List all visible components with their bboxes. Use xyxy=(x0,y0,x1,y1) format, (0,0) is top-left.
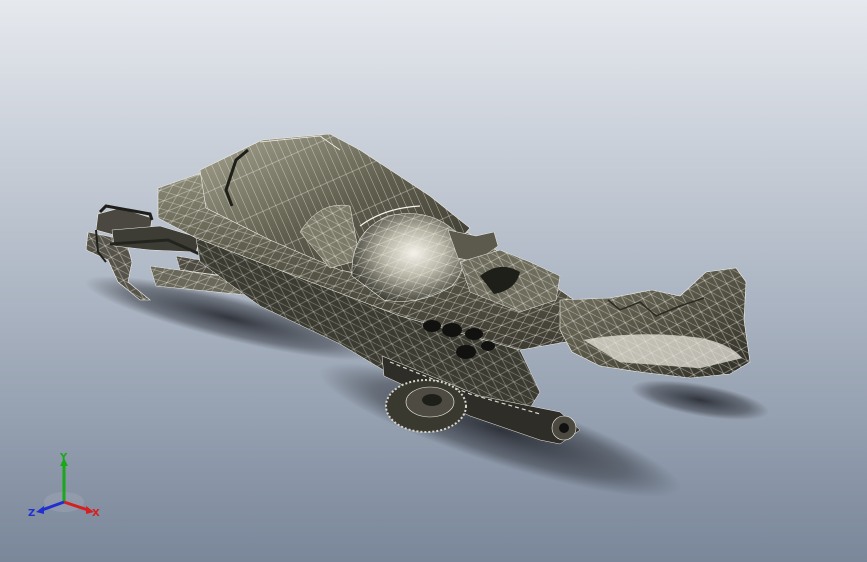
graphics-viewport[interactable]: Y X Z xyxy=(0,0,867,562)
z-axis-label: Z xyxy=(28,508,35,519)
model-canvas[interactable] xyxy=(0,0,867,562)
x-axis-label: X xyxy=(92,508,100,519)
gear xyxy=(385,379,467,433)
y-axis-label: Y xyxy=(59,452,68,463)
reference-triad: Y X Z xyxy=(24,446,104,526)
